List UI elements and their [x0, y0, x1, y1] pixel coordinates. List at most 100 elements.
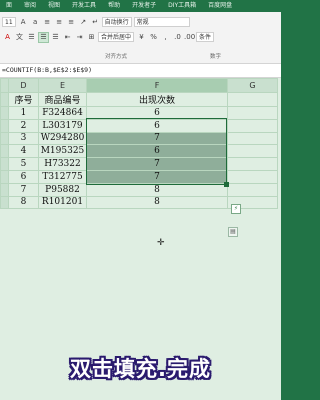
empty-cell[interactable] — [227, 182, 278, 197]
quick-analysis-icon[interactable]: ⚡ — [231, 204, 241, 214]
tab-review[interactable]: 审阅 — [18, 0, 42, 12]
cell-code[interactable]: W294280 — [38, 131, 87, 146]
table-row: 6 T312775 7 — [0, 169, 278, 184]
column-header-e[interactable]: E — [38, 78, 87, 93]
comma-icon[interactable]: , — [160, 32, 171, 43]
spreadsheet-table: D E F G 序号 商品编号 出现次数 1 F324864 6 2 L3031… — [0, 78, 278, 210]
merge-icon[interactable]: ⊞ — [86, 32, 97, 43]
table-row: 序号 商品编号 出现次数 — [0, 92, 278, 107]
orientation-icon[interactable]: ↗ — [78, 17, 89, 28]
tab-view[interactable]: 视图 — [42, 0, 66, 12]
corner-cell[interactable] — [0, 78, 9, 93]
increase-font-icon[interactable]: A — [18, 17, 29, 28]
font-size-select[interactable]: 11 — [2, 17, 16, 27]
increase-indent-icon[interactable]: ⇥ — [74, 32, 85, 43]
column-header-g[interactable]: G — [227, 78, 278, 93]
tab-developer[interactable]: 开发工具 — [66, 0, 102, 12]
empty-cell[interactable] — [227, 131, 278, 146]
row-header[interactable] — [0, 157, 9, 171]
empty-cell[interactable] — [227, 169, 278, 184]
conditional-format-button[interactable]: 条件 — [196, 32, 215, 42]
cell-seq[interactable]: 2 — [8, 118, 39, 133]
empty-cell[interactable] — [227, 118, 278, 133]
empty-cell[interactable] — [227, 144, 278, 159]
column-header-f[interactable]: F — [86, 78, 228, 93]
cell-code[interactable]: T312775 — [38, 169, 87, 184]
phonetic-icon[interactable]: 文 — [14, 32, 25, 43]
column-header-d[interactable]: D — [8, 78, 39, 93]
cell-seq[interactable]: 8 — [8, 195, 39, 210]
row-header[interactable] — [0, 118, 9, 133]
decrease-indent-icon[interactable]: ⇤ — [62, 32, 73, 43]
cell-code[interactable]: M195325 — [38, 144, 87, 159]
cell-count[interactable]: 7 — [86, 131, 228, 146]
row-header[interactable] — [0, 92, 9, 107]
tab-help[interactable]: 帮助 — [102, 0, 126, 12]
align-middle-icon[interactable]: ≡ — [54, 17, 65, 28]
align-right-icon[interactable]: ☰ — [50, 32, 61, 43]
ribbon: 11 A a ≡ ≡ ≡ ↗ ↵ 自动换行 常规 A 文 ☰ ☰ ☰ ⇤ ⇥ ⊞… — [0, 12, 281, 64]
group-label-number: 数字 — [210, 54, 222, 60]
group-label-alignment: 对齐方式 — [105, 54, 128, 60]
align-center-icon[interactable]: ☰ — [38, 31, 49, 43]
table-row: 4 M195325 6 — [0, 144, 278, 159]
cell-code[interactable]: H73322 — [38, 157, 87, 171]
decrease-font-icon[interactable]: a — [30, 17, 41, 28]
header-seq[interactable]: 序号 — [8, 92, 39, 107]
empty-cell[interactable] — [227, 92, 278, 107]
header-code[interactable]: 商品编号 — [38, 92, 87, 107]
cell-code[interactable]: L303179 — [38, 118, 87, 133]
ribbon-row-1: 11 A a ≡ ≡ ≡ ↗ ↵ 自动换行 常规 — [2, 16, 192, 28]
cell-cursor-icon: ✛ — [157, 238, 165, 248]
tab-developer-addon[interactable]: 开发者子 — [126, 0, 162, 12]
cell-seq[interactable]: 1 — [8, 106, 39, 120]
header-count[interactable]: 出现次数 — [86, 92, 228, 107]
formula-text: =COUNTIF(B:B,$E$2:$E$9) — [2, 66, 93, 74]
cell-code[interactable]: F324864 — [38, 106, 87, 120]
currency-icon[interactable]: ¥ — [136, 32, 147, 43]
increase-decimal-icon[interactable]: .0 — [172, 32, 183, 43]
percent-icon[interactable]: % — [148, 32, 159, 43]
align-left-icon[interactable]: ☰ — [26, 32, 37, 43]
paste-options-icon[interactable]: ▤ — [228, 227, 238, 237]
cell-seq[interactable]: 7 — [8, 182, 39, 197]
cell-seq[interactable]: 6 — [8, 169, 39, 184]
worksheet-grid[interactable]: D E F G 序号 商品编号 出现次数 1 F324864 6 2 L3031… — [0, 78, 281, 400]
fill-handle[interactable] — [224, 182, 229, 187]
row-header[interactable] — [0, 131, 9, 146]
cell-code[interactable]: R101201 — [38, 195, 87, 210]
row-header[interactable] — [0, 195, 9, 210]
number-format-select[interactable]: 常规 — [133, 17, 190, 27]
font-color-icon[interactable]: A — [2, 32, 13, 43]
cell-count[interactable]: 6 — [86, 144, 228, 159]
align-top-icon[interactable]: ≡ — [42, 17, 53, 28]
decrease-decimal-icon[interactable]: .00 — [184, 32, 195, 43]
tab-diy-toolbox[interactable]: DIY工具箱 — [162, 0, 202, 12]
empty-cell[interactable] — [227, 106, 278, 120]
merge-center-button[interactable]: 合并后居中 — [98, 32, 135, 42]
align-bottom-icon[interactable]: ≡ — [66, 17, 77, 28]
cell-count[interactable]: 6 — [86, 106, 228, 120]
cell-seq[interactable]: 5 — [8, 157, 39, 171]
table-row: 2 L303179 6 — [0, 118, 278, 133]
wrap-text-icon[interactable]: ↵ — [90, 17, 101, 28]
tab-page[interactable]: 面 — [0, 0, 18, 12]
empty-cell[interactable] — [227, 157, 278, 171]
row-header[interactable] — [0, 169, 9, 184]
cell-count[interactable]: 7 — [86, 157, 228, 171]
tab-baidu-netdisk[interactable]: 百度网盘 — [202, 0, 238, 12]
cell-code[interactable]: P95882 — [38, 182, 87, 197]
cell-count[interactable]: 8 — [86, 182, 228, 197]
formula-bar[interactable]: =COUNTIF(B:B,$E$2:$E$9) — [0, 64, 281, 78]
cell-count[interactable]: 7 — [86, 169, 228, 184]
row-header[interactable] — [0, 182, 9, 197]
cell-seq[interactable]: 3 — [8, 131, 39, 146]
cell-count[interactable]: 8 — [86, 195, 228, 210]
cell-seq[interactable]: 4 — [8, 144, 39, 159]
row-header[interactable] — [0, 106, 9, 120]
table-row: 7 P95882 8 — [0, 182, 278, 197]
cell-count[interactable]: 6 — [86, 118, 228, 133]
wrap-text-button[interactable]: 自动换行 — [101, 17, 132, 27]
ribbon-tab-bar: 面 审阅 视图 开发工具 帮助 开发者子 DIY工具箱 百度网盘 — [0, 0, 281, 12]
row-header[interactable] — [0, 144, 9, 159]
